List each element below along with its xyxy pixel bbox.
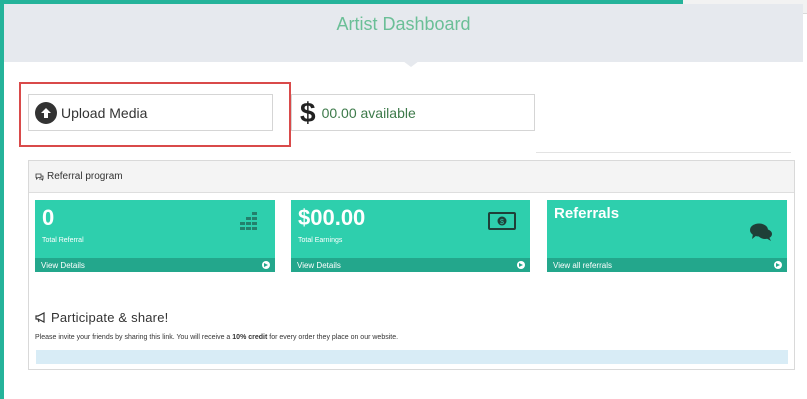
share-text-bold: 10% credit	[232, 334, 268, 341]
upload-arrow-icon	[35, 101, 57, 124]
total-earnings-value: $00.00	[298, 205, 366, 230]
dollar-icon: $	[300, 96, 316, 128]
referral-panel-title: Referral program	[47, 171, 123, 182]
upload-media-button[interactable]: Upload Media	[28, 94, 273, 131]
arrow-right-icon	[517, 261, 525, 269]
share-text-after: for every order they place on our websit…	[267, 334, 399, 341]
total-referral-value: 0	[42, 205, 55, 230]
view-details-referral-link[interactable]: View Details	[35, 258, 275, 272]
balance-label: 00.00 available	[321, 104, 416, 121]
header-pointer	[399, 58, 423, 67]
balance-display: $ 00.00 available	[291, 94, 535, 131]
upload-media-label: Upload Media	[61, 104, 148, 121]
arrow-right-icon	[774, 261, 782, 269]
view-all-referrals-link[interactable]: View all referrals	[547, 258, 787, 272]
referral-link-field[interactable]	[36, 350, 788, 364]
svg-text:$: $	[500, 219, 504, 226]
view-details-referral-label: View Details	[41, 260, 85, 270]
total-earnings-card: $00.00 Total Earnings $ View Details	[291, 200, 530, 272]
referrals-card-title: Referrals	[554, 205, 620, 222]
view-details-earnings-link[interactable]: View Details	[291, 258, 530, 272]
share-instructions: Please invite your friends by sharing th…	[35, 334, 398, 341]
total-earnings-caption: Total Earnings	[298, 237, 343, 244]
comments-icon	[35, 173, 44, 181]
bullhorn-icon	[35, 312, 45, 323]
referrals-card: Referrals View all referrals	[547, 200, 787, 272]
arrow-right-icon	[262, 261, 270, 269]
total-referral-card: 0 Total Referral View Details	[35, 200, 275, 272]
page-header: Artist Dashboard	[4, 4, 803, 62]
bar-chart-icon	[240, 212, 257, 230]
page-title: Artist Dashboard	[336, 14, 471, 34]
share-text-before: Please invite your friends by sharing th…	[35, 334, 233, 341]
view-details-earnings-label: View Details	[297, 260, 341, 270]
total-referral-caption: Total Referral	[42, 237, 84, 244]
view-all-referrals-label: View all referrals	[553, 260, 612, 270]
share-section-title: Participate & share!	[35, 310, 168, 325]
section-divider	[536, 152, 791, 153]
chat-icon	[750, 223, 772, 241]
share-title-text: Participate & share!	[51, 310, 169, 325]
referral-panel-header: Referral program	[29, 161, 794, 193]
money-icon: $	[488, 212, 516, 230]
